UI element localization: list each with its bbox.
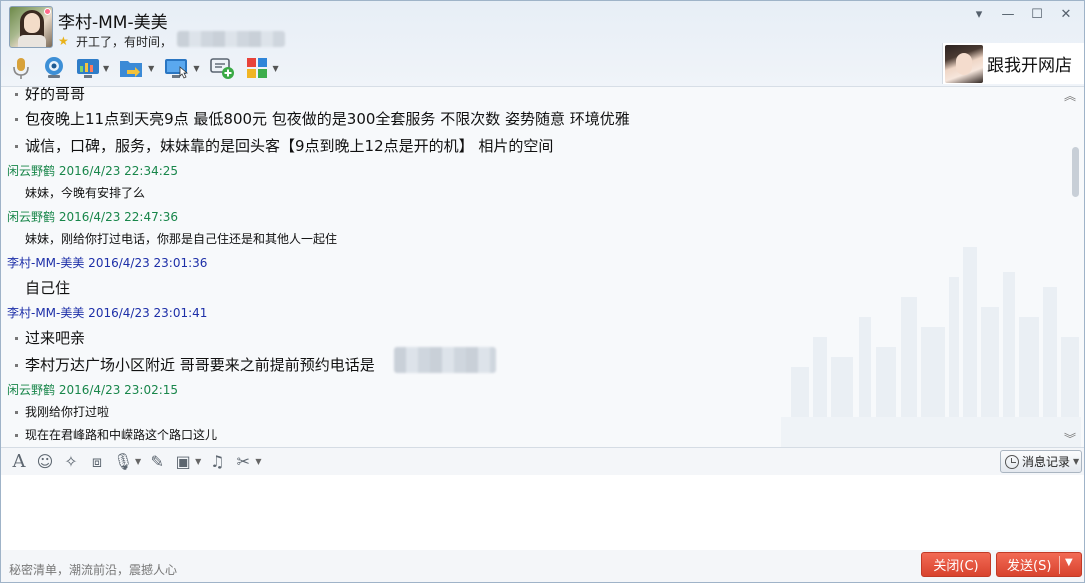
- status-message: 开工了，有时间，: [76, 35, 173, 49]
- message-line: 我刚给你打过啦: [15, 403, 109, 420]
- music-icon[interactable]: ♫: [207, 452, 227, 472]
- clock-icon: [1005, 454, 1019, 469]
- message-history-button[interactable]: 消息记录 ▼: [1000, 450, 1082, 473]
- divider: [1059, 556, 1060, 574]
- ad-image: [945, 45, 983, 83]
- add-group-chat-button[interactable]: [206, 55, 238, 81]
- chevron-down-icon[interactable]: ▼: [195, 457, 201, 466]
- message-sender-header: 闲云野鹤 2016/4/23 23:02:15: [7, 383, 179, 397]
- scrollbar-thumb[interactable]: [1072, 147, 1079, 197]
- redacted-phone: [394, 347, 496, 373]
- chevron-down-icon[interactable]: ▼: [148, 64, 154, 73]
- dropdown-icon[interactable]: ▾: [971, 7, 987, 23]
- scroll-up-icon[interactable]: ︽: [1064, 87, 1076, 104]
- file-transfer-icon: [120, 61, 143, 77]
- send-label: 发送(S): [1007, 559, 1052, 574]
- magic-icon[interactable]: ✧: [61, 452, 81, 472]
- ad-banner[interactable]: 跟我开网店: [942, 43, 1084, 84]
- message-sender-header: 闲云野鹤 2016/4/23 22:47:36: [7, 210, 179, 224]
- chevron-down-icon[interactable]: ▼: [193, 64, 199, 73]
- screenshot-icon[interactable]: ⧈: [87, 452, 107, 472]
- chevron-down-icon: ▼: [1073, 457, 1080, 466]
- message-line: 自己住: [25, 279, 71, 297]
- message-line: 妹妹，今晚有安排了么: [25, 186, 146, 200]
- chevron-down-icon[interactable]: ▼: [255, 457, 261, 466]
- window-header: 李村-MM-美美 ★ 开工了，有时间， ▾ — ☐ ✕ ▼ ▼ ▼ ▼ 跟我开网…: [1, 1, 1084, 86]
- chat-window: 李村-MM-美美 ★ 开工了，有时间， ▾ — ☐ ✕ ▼ ▼ ▼ ▼ 跟我开网…: [0, 0, 1085, 583]
- contact-name[interactable]: 李村-MM-美美: [58, 8, 168, 33]
- video-call-button[interactable]: [39, 55, 69, 81]
- ad-text: 跟我开网店: [987, 56, 1072, 76]
- message-sender-header: 李村-MM-美美 2016/4/23 23:01:41: [7, 306, 208, 320]
- message-line: 好的哥哥: [15, 87, 85, 104]
- message-line: 包夜晚上11点到天亮9点 最低800元 包夜做的是300全套服务 不限次数 姿势…: [15, 108, 630, 129]
- window-controls: ▾ — ☐ ✕: [971, 7, 1074, 23]
- chat-history[interactable]: ︽ ︾ 好的哥哥 包夜晚上11点到天亮9点 最低800元 包夜做的是300全套服…: [1, 86, 1084, 447]
- add-group-chat-icon: [210, 58, 235, 79]
- send-button[interactable]: 发送(S) ▼: [996, 552, 1082, 577]
- minimize-icon[interactable]: —: [1000, 7, 1016, 23]
- edit-icon[interactable]: ✎: [147, 452, 167, 472]
- chevron-down-icon[interactable]: ▼: [1065, 557, 1073, 568]
- font-icon[interactable]: A: [9, 451, 29, 472]
- scroll-down-icon[interactable]: ︾: [1064, 430, 1076, 447]
- scissors-icon[interactable]: ✂: [233, 452, 253, 472]
- message-line: 过来吧亲: [15, 327, 85, 348]
- message-sender-header: 闲云野鹤 2016/4/23 22:34:25: [7, 164, 179, 178]
- webcam-icon: [45, 57, 63, 78]
- message-history-label: 消息记录: [1022, 455, 1071, 469]
- message-line: 妹妹，刚给你打过电话，你那是自己住还是和其他人一起住: [25, 232, 338, 246]
- chevron-down-icon[interactable]: ▼: [135, 457, 141, 466]
- contact-avatar[interactable]: [9, 6, 53, 48]
- voice-call-button[interactable]: [7, 55, 35, 81]
- message-input[interactable]: [1, 475, 1084, 550]
- screen-share-button[interactable]: ▼: [73, 55, 112, 81]
- apps-icon: [247, 58, 268, 78]
- city-skyline-watermark: [781, 247, 1081, 447]
- microphone-icon: [13, 58, 29, 79]
- message-line: 李村万达广场小区附近 哥哥要来之前提前预约电话是: [15, 354, 375, 375]
- maximize-icon[interactable]: ☐: [1029, 7, 1045, 23]
- voice-icon[interactable]: 🎙: [113, 452, 133, 472]
- file-transfer-button[interactable]: ▼: [116, 55, 157, 81]
- close-button[interactable]: 关闭(C): [921, 552, 991, 577]
- footer-bar: 秘密清单，潮流前沿，震撼人心 关闭(C) 发送(S) ▼: [1, 550, 1084, 582]
- remote-assist-button[interactable]: ▼: [161, 55, 202, 81]
- message-line: 现在在君峰路和中嵘路这个路口这儿: [15, 426, 217, 443]
- redacted-status: [177, 31, 285, 47]
- slogan-text: 秘密清单，潮流前沿，震撼人心: [9, 563, 178, 577]
- input-toolbar: A ☺ ✧ ⧈ 🎙 ▼ ✎ ▣ ▼ ♫ ✂ ▼ 消息记录 ▼: [1, 447, 1084, 475]
- star-icon: ★: [58, 34, 69, 48]
- chevron-down-icon[interactable]: ▼: [272, 64, 278, 73]
- remote-assist-icon: [165, 59, 189, 79]
- chat-toolbar: ▼ ▼ ▼ ▼: [7, 55, 282, 81]
- online-badge-icon: [44, 8, 51, 15]
- screen-share-icon: [77, 59, 99, 78]
- emoji-icon[interactable]: ☺: [35, 452, 55, 472]
- close-icon[interactable]: ✕: [1058, 7, 1074, 23]
- message-line: 诚信，口碑，服务，妹妹靠的是回头客【9点到晚上12点是开的机】 相片的空间: [15, 135, 553, 156]
- message-sender-header: 李村-MM-美美 2016/4/23 23:01:36: [7, 256, 208, 270]
- image-icon[interactable]: ▣: [173, 452, 193, 472]
- chevron-down-icon[interactable]: ▼: [103, 64, 109, 73]
- apps-button[interactable]: ▼: [242, 55, 281, 81]
